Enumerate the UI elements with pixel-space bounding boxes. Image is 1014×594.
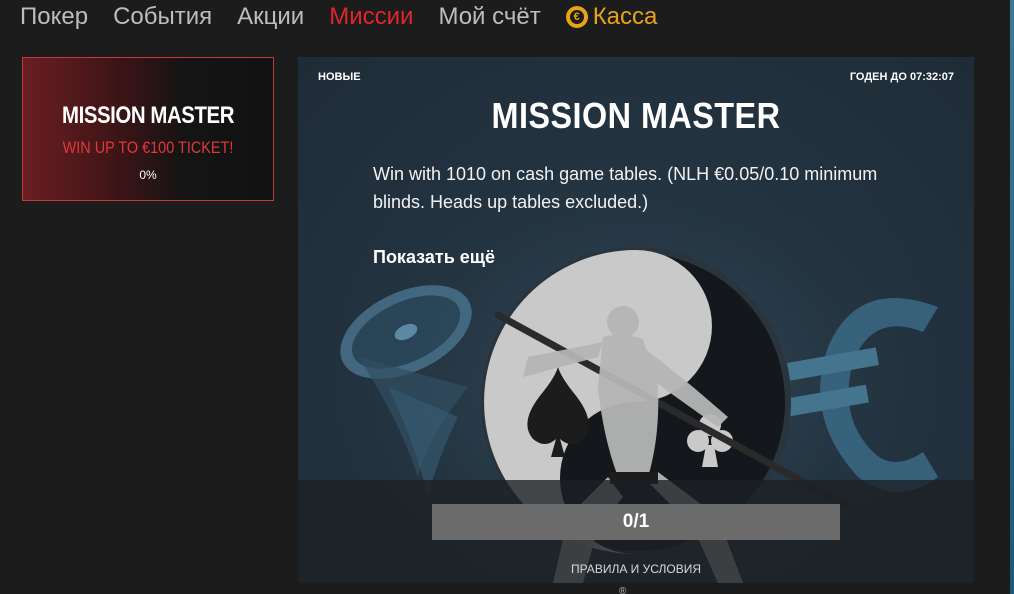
nav-item-poker[interactable]: Покер [20,2,88,32]
mission-card-subtitle: WIN UP TO €100 TICKET! [62,138,234,157]
coin-icon [565,6,588,28]
mission-timer: ГОДЕН ДО 07:32:07 [849,71,954,83]
mission-description: Win with 1010 on cash game tables. (NLH … [373,164,878,212]
mission-card-title: MISSION MASTER [62,102,234,129]
background-edge [1010,0,1014,594]
registered-mark: ® [619,586,627,594]
mission-card-progress: 0% [139,168,157,182]
nav-item-my-account[interactable]: Мой счёт [438,2,540,32]
mission-status-tag: НОВЫЕ [318,71,361,83]
nav-item-events[interactable]: События [113,2,212,32]
mission-title: MISSION MASTER [491,95,781,136]
mission-detail-panel: НОВЫЕ ГОДЕН ДО 07:32:07 MISSION MASTER W… [298,57,974,583]
nav-item-cashier-label: Касса [592,3,658,30]
top-nav: Покер События Акции Миссии Мой счёт Касс… [0,0,1014,34]
nav-item-cashier[interactable]: Касса [565,2,658,32]
nav-item-promotions[interactable]: Акции [237,2,304,32]
nav-item-missions[interactable]: Миссии [329,2,413,32]
mission-progress-bar[interactable]: 0/1 [432,504,840,540]
mission-card[interactable]: MISSION MASTER WIN UP TO €100 TICKET! 0% [22,57,274,201]
terms-and-conditions-link[interactable]: ПРАВИЛА И УСЛОВИЯ [298,562,974,576]
show-more-link[interactable]: Показать ещё [373,247,495,268]
